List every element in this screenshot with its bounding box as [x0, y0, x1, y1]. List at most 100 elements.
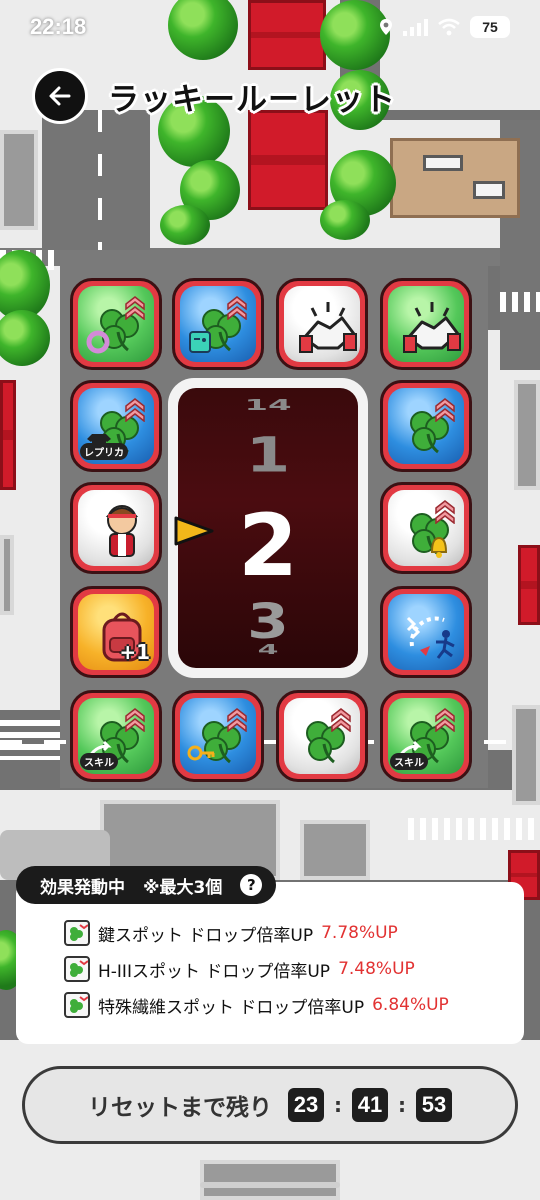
building: [514, 380, 540, 490]
tile-badge: スキル: [390, 753, 428, 770]
tile-face: [284, 698, 360, 774]
road: [42, 110, 150, 250]
status-clock: 22:18: [30, 14, 87, 39]
reel-number-bottom: 4: [257, 642, 279, 658]
tile-face: [388, 594, 464, 670]
roulette-tile-11[interactable]: スキル: [70, 690, 162, 782]
chevron-up-icon: [435, 708, 455, 732]
timer-separator: :: [334, 1093, 342, 1117]
roulette-tile-1[interactable]: [70, 278, 162, 370]
tile-face: レプリカ: [78, 388, 154, 464]
signal-icon: [403, 18, 428, 36]
page-title: ラッキールーレット: [108, 82, 396, 118]
roulette-tile-2[interactable]: [172, 278, 264, 370]
help-button[interactable]: ?: [240, 874, 263, 896]
timer-minutes: 41: [352, 1088, 388, 1122]
building-roof: [248, 110, 328, 210]
effect-name: H-IIIスポット ドロップ倍率UP: [98, 961, 331, 982]
arrow-left-icon: [49, 86, 71, 106]
gamepad-icon: [189, 331, 211, 353]
wifi-icon: [438, 18, 460, 36]
ring-icon: [86, 330, 110, 354]
effect-value: 6.84%UP: [372, 995, 449, 1015]
reset-label: リセットまで残り: [88, 1095, 272, 1121]
location-icon: [380, 19, 392, 35]
chevron-up-icon: [125, 708, 145, 732]
chevron-up-icon: [227, 296, 247, 320]
clover-chevron-icon: [64, 956, 90, 982]
reel-number-previous: 1: [245, 428, 291, 484]
tree: [320, 200, 370, 240]
reset-timer-button[interactable]: リセットまで残り 23 : 41 : 53: [22, 1066, 518, 1144]
tile-face: [78, 490, 154, 566]
tile-face: [284, 286, 360, 362]
roulette-tile-3[interactable]: [276, 278, 368, 370]
handshake-icon: [403, 302, 461, 353]
timer-separator: :: [398, 1093, 406, 1117]
running-man-icon: [406, 616, 455, 659]
lane-marking: [98, 110, 102, 250]
crosswalk: [0, 720, 60, 760]
tile-face: [180, 286, 256, 362]
effect-value: 7.78%UP: [321, 923, 398, 943]
building-roof: [0, 380, 16, 490]
clover-chevron-icon: [64, 992, 90, 1018]
effect-name: 特殊繊維スポット ドロップ倍率UP: [98, 997, 365, 1018]
effect-item: 鍵スポット ドロップ倍率UP 7.78%UP: [64, 920, 398, 946]
tree: [160, 205, 210, 245]
tile-badge: レプリカ: [80, 443, 128, 460]
effect-item: 特殊繊維スポット ドロップ倍率UP 6.84%UP: [64, 992, 449, 1018]
tile-badge: +1: [119, 640, 150, 664]
tile-face: [78, 286, 154, 362]
roulette-tile-10[interactable]: [380, 586, 472, 678]
effects-panel: 鍵スポット ドロップ倍率UP 7.78%UP H-IIIスポット ドロップ倍率U…: [16, 882, 524, 1044]
home-indicator: [200, 1182, 340, 1188]
tile-face: [388, 490, 464, 566]
effect-item: H-IIIスポット ドロップ倍率UP 7.48%UP: [64, 956, 415, 982]
back-button[interactable]: [32, 68, 88, 124]
clover-chevron-icon: [64, 920, 90, 946]
tile-badge: スキル: [80, 753, 118, 770]
effect-value: 7.48%UP: [338, 959, 415, 979]
reel-number-top: 14: [244, 396, 292, 414]
roulette-tile-8[interactable]: [380, 482, 472, 574]
crosswalk: [408, 818, 540, 840]
roulette-tile-7[interactable]: [70, 482, 162, 574]
chevron-up-icon: [227, 708, 247, 732]
roulette-tile-13[interactable]: [276, 690, 368, 782]
roulette-tile-14[interactable]: スキル: [380, 690, 472, 782]
roulette-tile-5[interactable]: レプリカ: [70, 380, 162, 472]
tile-face: スキル: [388, 698, 464, 774]
tile-face: +1: [78, 594, 154, 670]
chevron-up-icon: [125, 398, 145, 422]
tile-face: [180, 698, 256, 774]
building: [0, 535, 14, 615]
building-roof: [518, 545, 540, 625]
timer-seconds: 53: [416, 1088, 452, 1122]
effects-title: 効果発動中: [40, 877, 125, 898]
building: [300, 820, 370, 880]
building: [0, 130, 38, 230]
pointer-arrow-icon: [174, 516, 214, 546]
chevron-up-icon: [435, 500, 455, 524]
roulette-tile-9[interactable]: +1: [70, 586, 162, 678]
battery-icon: 75: [470, 16, 510, 38]
roulette-tile-6[interactable]: [380, 380, 472, 472]
tile-face: [388, 286, 464, 362]
handshake-icon: [299, 302, 357, 353]
chevron-up-icon: [331, 708, 351, 732]
status-icons: 75: [379, 16, 510, 38]
key-icon: [187, 745, 215, 761]
chevron-up-icon: [125, 296, 145, 320]
timer-hours: 23: [288, 1088, 324, 1122]
tile-face: スキル: [78, 698, 154, 774]
building: [512, 705, 540, 805]
player-character-icon: [105, 505, 139, 557]
effects-panel-header: 効果発動中 ※最大3個 ?: [16, 866, 277, 904]
building: [390, 138, 520, 218]
road: [0, 248, 540, 266]
roulette-tile-12[interactable]: [172, 690, 264, 782]
roulette-tile-4[interactable]: [380, 278, 472, 370]
effects-limit-note: ※最大3個: [143, 877, 223, 898]
chevron-up-icon: [435, 398, 455, 422]
